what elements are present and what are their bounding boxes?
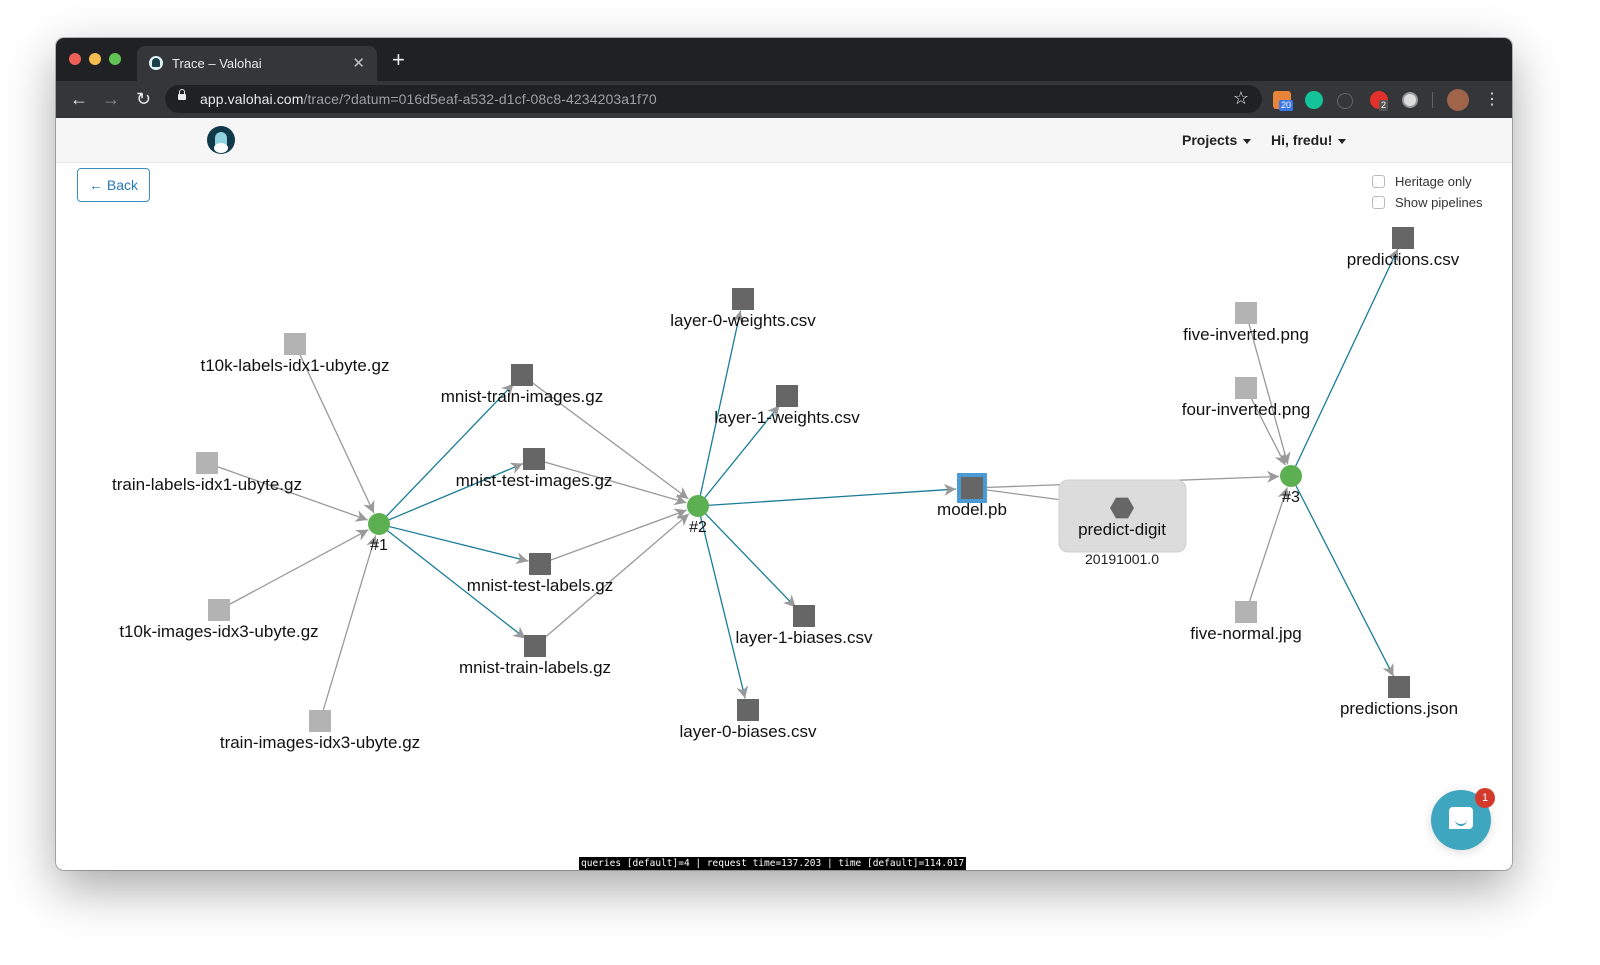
file-square[interactable]: [793, 605, 815, 627]
file-node[interactable]: layer-1-biases.csv: [736, 605, 873, 647]
node-label: train-labels-idx1-ubyte.gz: [112, 475, 302, 494]
file-node[interactable]: layer-1-weights.csv: [714, 385, 860, 427]
file-node[interactable]: predictions.json: [1340, 676, 1458, 718]
graph-edge: [378, 523, 529, 565]
node-label: layer-1-biases.csv: [736, 628, 873, 647]
execution-circle[interactable]: [1280, 465, 1302, 487]
file-square[interactable]: [961, 477, 983, 499]
node-label: five-normal.jpg: [1190, 624, 1302, 643]
file-node[interactable]: layer-0-weights.csv: [670, 288, 816, 330]
file-square[interactable]: [529, 553, 551, 575]
file-node[interactable]: mnist-test-images.gz: [456, 448, 613, 490]
node-label: mnist-test-labels.gz: [467, 576, 613, 595]
node-label: predictions.csv: [1347, 250, 1460, 269]
node-label: layer-0-biases.csv: [680, 722, 817, 741]
graph-edge: [697, 483, 957, 507]
file-square[interactable]: [511, 364, 533, 386]
file-square[interactable]: [776, 385, 798, 407]
file-square[interactable]: [732, 288, 754, 310]
debug-status-bar: queries [default]=4 | request time=137.2…: [579, 857, 967, 870]
file-square[interactable]: [208, 599, 230, 621]
node-label: layer-1-weights.csv: [714, 408, 860, 427]
file-node[interactable]: five-inverted.png: [1183, 302, 1309, 344]
execution-circle[interactable]: [368, 513, 390, 535]
file-square[interactable]: [1388, 676, 1410, 698]
browser-window: Trace – Valohai ✕ + ← → ↻ app.valohai.co…: [56, 38, 1512, 870]
graph-edge: [319, 535, 378, 722]
graph-edge: [1245, 487, 1290, 613]
node-label: #3: [1282, 489, 1300, 506]
deployment-node[interactable]: 20191001.0 predict-digit: [1058, 479, 1187, 567]
node-label: mnist-train-labels.gz: [459, 658, 611, 677]
deployment-version: 20191001.0: [1085, 551, 1159, 567]
file-node[interactable]: model.pb: [937, 473, 1007, 519]
graph-edge: [539, 508, 687, 565]
file-square[interactable]: [309, 710, 331, 732]
execution-circle[interactable]: [687, 495, 709, 517]
file-square[interactable]: [737, 699, 759, 721]
trace-graph: #1 #2 #3 t10k-labels-idx1-ubyte.gz train-lab…: [112, 227, 1460, 752]
file-node[interactable]: five-normal.jpg: [1190, 601, 1302, 643]
node-label: #2: [689, 519, 707, 536]
file-node[interactable]: mnist-train-images.gz: [441, 364, 604, 406]
file-node[interactable]: t10k-images-idx3-ubyte.gz: [119, 599, 319, 641]
file-node[interactable]: predictions.csv: [1347, 227, 1460, 269]
file-node[interactable]: train-images-idx3-ubyte.gz: [220, 710, 420, 752]
node-label: #1: [370, 537, 388, 554]
node-label: predict-digit: [1078, 520, 1166, 539]
file-square[interactable]: [196, 452, 218, 474]
file-square[interactable]: [524, 635, 546, 657]
chat-icon: [1449, 807, 1473, 829]
node-label: t10k-labels-idx1-ubyte.gz: [201, 356, 390, 375]
node-label: model.pb: [937, 500, 1007, 519]
file-square[interactable]: [523, 448, 545, 470]
node-label: four-inverted.png: [1182, 400, 1311, 419]
chat-launcher-button[interactable]: 1: [1431, 788, 1495, 850]
file-node[interactable]: four-inverted.png: [1182, 377, 1311, 419]
node-label: predictions.json: [1340, 699, 1458, 718]
graph-edge: [218, 529, 369, 611]
file-square[interactable]: [1235, 601, 1257, 623]
file-node[interactable]: train-labels-idx1-ubyte.gz: [112, 452, 302, 494]
file-square[interactable]: [1235, 302, 1257, 324]
graph-edge: [1290, 248, 1399, 477]
file-node[interactable]: mnist-test-labels.gz: [467, 553, 613, 595]
file-node[interactable]: layer-0-biases.csv: [680, 699, 817, 741]
execution-node[interactable]: #1: [368, 513, 390, 554]
node-label: mnist-train-images.gz: [441, 387, 604, 406]
file-square[interactable]: [1235, 377, 1257, 399]
node-label: train-images-idx3-ubyte.gz: [220, 733, 420, 752]
node-label: t10k-images-idx3-ubyte.gz: [119, 622, 318, 641]
node-label: mnist-test-images.gz: [456, 471, 613, 490]
file-node[interactable]: t10k-labels-idx1-ubyte.gz: [201, 333, 390, 375]
file-square[interactable]: [284, 333, 306, 355]
chat-notification-badge: 1: [1475, 788, 1495, 808]
node-label: layer-0-weights.csv: [670, 311, 816, 330]
node-label: five-inverted.png: [1183, 325, 1309, 344]
file-node[interactable]: mnist-train-labels.gz: [459, 635, 611, 677]
file-square[interactable]: [1392, 227, 1414, 249]
graph-edge: [697, 505, 797, 608]
graph-edge: [1290, 475, 1395, 677]
execution-node[interactable]: #3: [1280, 465, 1302, 506]
execution-node[interactable]: #2: [687, 495, 709, 536]
